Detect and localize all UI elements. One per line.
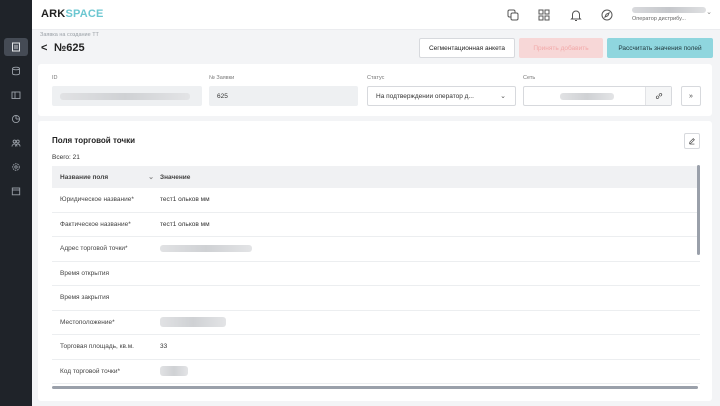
app-logo[interactable]: ARKSPACE — [41, 8, 104, 20]
settings-icon — [12, 163, 20, 171]
total-count: Всего: 21 — [52, 154, 80, 161]
chevron-down-icon: ⌄ — [500, 93, 506, 100]
breadcrumb[interactable]: Заявка на создание ТТ — [40, 32, 99, 38]
user-menu[interactable]: Оператор дистрибу... ⌄ — [632, 7, 716, 22]
sidebar — [0, 0, 32, 406]
chevron-down-icon: ⌄ — [706, 9, 712, 16]
calendar-icon — [11, 187, 21, 196]
field-name: Время открытия — [60, 269, 110, 277]
field-name: Местоположение* — [60, 318, 115, 326]
compass-icon[interactable] — [600, 8, 614, 22]
table-row[interactable]: Время закрытия — [52, 286, 700, 311]
field-name: Код торговой точки* — [60, 367, 121, 375]
sidebar-item-users[interactable] — [4, 134, 28, 152]
request-header-card: ID № Заявки 625 Статус На подтверждении … — [38, 64, 712, 116]
database-icon — [12, 66, 20, 76]
section-title: Поля торговой точки — [52, 136, 136, 145]
id-value-redacted — [60, 92, 190, 100]
copy-icon[interactable] — [506, 8, 520, 22]
field-value: 33 — [160, 343, 168, 351]
table-row[interactable]: Торговая площадь, кв.м. 33 — [52, 335, 700, 360]
network-field[interactable] — [523, 86, 672, 106]
field-value-redacted — [160, 317, 700, 328]
users-icon — [11, 139, 21, 147]
field-name: Адрес торговой точки* — [60, 245, 128, 253]
document-icon — [12, 42, 20, 52]
column-header-name[interactable]: Название поля ⌄ — [52, 174, 160, 181]
fields-table: Название поля ⌄ Значение Юридическое наз… — [52, 166, 700, 388]
user-name-redacted — [632, 7, 706, 13]
field-value-redacted — [160, 245, 700, 253]
double-chevron-down-icon[interactable]: » — [681, 86, 701, 106]
table-row[interactable]: Адрес торговой точки* — [52, 237, 700, 262]
user-role: Оператор дистрибу... — [632, 16, 686, 22]
request-number-field[interactable]: 625 — [209, 86, 358, 106]
field-value: тест1 ольков мм — [160, 220, 210, 228]
column-name-label: Название поля — [60, 173, 109, 181]
column-header-value: Значение — [160, 173, 191, 181]
sidebar-item-calendar[interactable] — [4, 182, 28, 200]
sidebar-item-reports[interactable] — [4, 110, 28, 128]
accept-add-button[interactable]: Принять добавить — [519, 38, 603, 58]
vertical-scrollbar[interactable] — [697, 165, 700, 255]
sidebar-item-folder[interactable] — [4, 86, 28, 104]
horizontal-scrollbar[interactable] — [52, 386, 698, 389]
request-number-label: № Заявки — [209, 75, 235, 81]
status-value: На подтверждении оператор д... — [376, 92, 474, 100]
network-label: Сеть — [523, 75, 536, 81]
pie-chart-icon — [11, 114, 21, 124]
back-arrow-icon[interactable]: < — [41, 42, 47, 54]
link-icon[interactable] — [645, 87, 671, 105]
segmentation-form-button[interactable]: Сегментационная анкета — [419, 38, 515, 58]
sidebar-item-requests[interactable] — [4, 38, 28, 56]
outlet-fields-card: Поля торговой точки Всего: 21 Название п… — [38, 121, 712, 401]
table-row[interactable]: Время открытия — [52, 262, 700, 286]
field-name: Время закрытия — [60, 294, 110, 302]
id-field[interactable] — [52, 86, 202, 106]
table-row[interactable]: Местоположение* — [52, 311, 700, 335]
page-title: №625 — [54, 42, 85, 54]
field-value: тест1 ольков мм — [160, 196, 210, 204]
chevron-down-icon[interactable]: ⌄ — [148, 173, 154, 181]
field-name: Торговая площадь, кв.м. — [60, 343, 134, 351]
table-row[interactable]: Фактическое название* тест1 ольков мм — [52, 213, 700, 237]
status-select[interactable]: На подтверждении оператор д... ⌄ — [367, 86, 516, 106]
table-row[interactable]: Юридическое название* тест1 ольков мм — [52, 188, 700, 213]
grid-icon[interactable] — [537, 8, 551, 22]
top-bar: ARKSPACE Оператор дистрибу... ⌄ — [32, 0, 720, 30]
id-label: ID — [52, 75, 58, 81]
sidebar-item-database[interactable] — [4, 62, 28, 80]
field-name: Юридическое название* — [60, 196, 134, 204]
folder-icon — [11, 91, 21, 99]
field-value-redacted — [160, 366, 700, 377]
calculate-fields-button[interactable]: Рассчитать значения полей — [607, 38, 713, 58]
logo-ark: ARK — [41, 8, 66, 20]
bell-icon[interactable] — [569, 8, 583, 22]
network-value-redacted — [560, 92, 614, 100]
status-label: Статус — [367, 75, 385, 81]
edit-icon[interactable] — [684, 133, 700, 149]
field-name: Фактическое название* — [60, 220, 131, 228]
sidebar-item-settings[interactable] — [4, 158, 28, 176]
logo-space: SPACE — [65, 8, 104, 20]
table-header: Название поля ⌄ Значение — [52, 166, 700, 188]
table-row[interactable]: Код торговой точки* — [52, 360, 700, 384]
